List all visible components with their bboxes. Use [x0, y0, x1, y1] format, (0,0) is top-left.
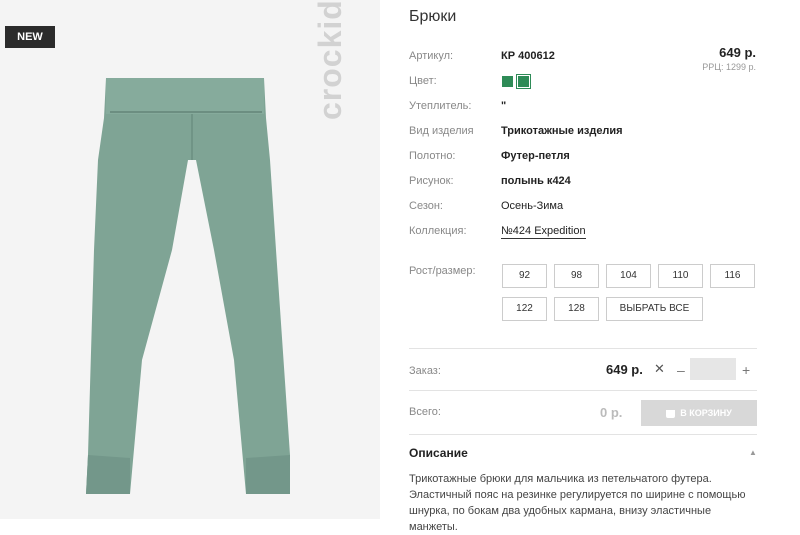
divider: [409, 348, 757, 349]
increase-button[interactable]: +: [742, 362, 750, 378]
attr-label-article: Артикул:: [409, 50, 454, 62]
sizes-label: Рост/размер:: [409, 265, 476, 277]
cart-button-label: В КОРЗИНУ: [680, 408, 732, 418]
attr-value-type: Трикотажные изделия: [501, 125, 623, 137]
color-swatch-selected[interactable]: [516, 74, 531, 89]
size-button-104[interactable]: 104: [606, 264, 651, 288]
size-button-122[interactable]: 122: [502, 297, 547, 321]
basket-icon: [666, 409, 676, 418]
size-button-128[interactable]: 128: [554, 297, 599, 321]
product-title: Брюки: [409, 8, 457, 25]
collapse-arrow-icon[interactable]: ▲: [749, 448, 757, 457]
new-badge: NEW: [5, 26, 55, 48]
size-button-92[interactable]: 92: [502, 264, 547, 288]
brand-watermark: crockid: [312, 0, 348, 120]
attr-label-color: Цвет:: [409, 75, 437, 87]
decrease-button[interactable]: –: [677, 362, 685, 378]
total-value: 0 р.: [600, 405, 623, 420]
attr-label-pattern: Рисунок:: [409, 175, 454, 187]
size-button-98[interactable]: 98: [554, 264, 599, 288]
collection-link[interactable]: №424 Expedition: [501, 225, 586, 239]
attr-value-article: КР 400612: [501, 50, 555, 62]
product-photo[interactable]: NEW crockid: [0, 0, 380, 519]
order-price: 649 р.: [606, 362, 643, 377]
attr-label-fabric: Полотно:: [409, 150, 456, 162]
attr-label-type: Вид изделия: [409, 125, 474, 137]
attr-value-pattern: полынь к424: [501, 175, 571, 187]
divider: [409, 434, 757, 435]
size-button-116[interactable]: 116: [710, 264, 755, 288]
order-label: Заказ:: [409, 365, 441, 377]
description-text: Трикотажные брюки для мальчика из петель…: [409, 473, 746, 533]
color-swatch[interactable]: [502, 76, 513, 87]
attr-value-insulation: ": [501, 100, 507, 112]
attr-label-collection: Коллекция:: [409, 225, 467, 237]
description-heading[interactable]: Описание: [409, 446, 468, 460]
times-icon: ✕: [654, 361, 665, 376]
rrp-price: РРЦ: 1299 р.: [702, 62, 756, 72]
attr-value-season: Осень-Зима: [501, 200, 564, 212]
add-to-cart-button[interactable]: В КОРЗИНУ: [641, 400, 757, 426]
size-button-110[interactable]: 110: [658, 264, 703, 288]
select-all-button[interactable]: ВЫБРАТЬ ВСЕ: [606, 297, 703, 321]
attr-label-season: Сезон:: [409, 200, 443, 212]
quantity-input[interactable]: [690, 358, 736, 380]
total-label: Всего:: [409, 406, 441, 418]
attr-label-insulation: Утеплитель:: [409, 100, 472, 112]
attr-value-fabric: Футер-петля: [501, 150, 570, 162]
product-price: 649 р.: [719, 45, 756, 60]
divider: [409, 390, 757, 391]
